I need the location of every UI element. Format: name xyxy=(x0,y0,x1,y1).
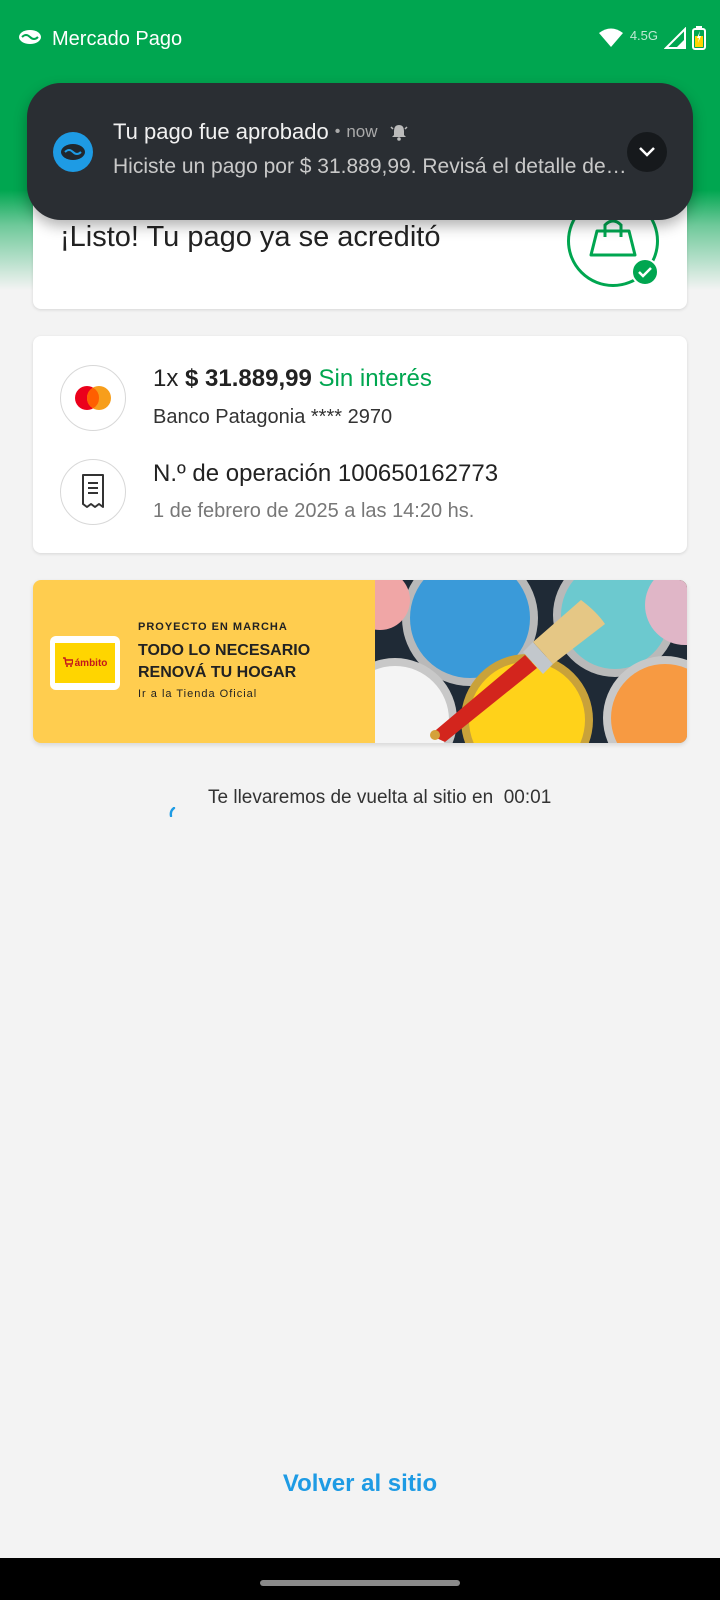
status-icons: 4.5G xyxy=(598,26,706,55)
redirect-message: Te llevaremos de vuelta al sitio en 00:0… xyxy=(208,787,551,809)
notification-time: now xyxy=(346,122,378,141)
bell-icon xyxy=(389,123,408,141)
payment-amount: $ 31.889,99 xyxy=(185,365,312,392)
status-bar: Mercado Pago 4.5G xyxy=(0,0,720,84)
mercado-pago-handshake-icon xyxy=(18,28,42,51)
receipt-icon xyxy=(60,459,126,525)
cart-icon xyxy=(62,656,74,670)
redirect-label: Te llevaremos de vuelta al sitio en xyxy=(208,787,494,808)
installments: 1x xyxy=(153,365,179,392)
home-gesture-bar[interactable] xyxy=(260,1580,460,1586)
wifi-icon xyxy=(598,28,624,53)
notification-separator: • xyxy=(334,123,341,140)
ambito-logo: ámbito xyxy=(50,636,120,690)
payment-details-card: 1x $ 31.889,99 Sin interés Banco Patagon… xyxy=(33,336,687,553)
success-title: ¡Listo! Tu pago ya se acreditó xyxy=(60,221,441,253)
battery-icon xyxy=(692,26,706,55)
cell-signal-icon xyxy=(663,26,686,54)
banner-eyebrow: PROYECTO EN MARCHA xyxy=(138,621,288,633)
notification-title: Tu pago fue aprobado xyxy=(113,119,329,144)
payment-approved-notification[interactable]: Tu pago fue aprobado • now Hiciste un pa… xyxy=(27,83,693,220)
operation-number: N.º de operación 100650162773 xyxy=(153,460,499,487)
redirect-status: Te llevaremos de vuelta al sitio en 00:0… xyxy=(0,787,720,818)
payment-summary: 1x $ 31.889,99 Sin interés xyxy=(153,365,432,393)
redirect-countdown: 00:01 xyxy=(503,787,552,808)
ambito-logo-text: ámbito xyxy=(74,657,108,669)
banner-store-link[interactable]: Ir a la Tienda Oficial xyxy=(138,688,257,700)
promo-banner[interactable]: ámbito PROYECTO EN MARCHA TODO LO NECESA… xyxy=(33,580,687,743)
paint-cans-image xyxy=(333,580,687,743)
operation-date: 1 de febrero de 2025 a las 14:20 hs. xyxy=(153,500,475,522)
loading-spinner-icon xyxy=(168,804,178,818)
mercado-pago-icon xyxy=(53,132,93,172)
status-app-indicator: Mercado Pago xyxy=(18,28,182,51)
network-type-label: 4.5G xyxy=(629,28,658,43)
banner-title: TODO LO NECESARIO RENOVÁ TU HOGAR xyxy=(138,642,311,681)
mastercard-icon xyxy=(60,365,126,431)
interest-label: Sin interés xyxy=(318,365,432,392)
check-icon xyxy=(631,258,659,286)
notification-body: Hiciste un pago por $ 31.889,99. Revisá … xyxy=(113,155,628,178)
status-app-name: Mercado Pago xyxy=(52,28,183,50)
notification-header: Tu pago fue aprobado • now xyxy=(113,119,408,145)
bank-card: Banco Patagonia **** 2970 xyxy=(153,406,393,428)
system-navigation-bar xyxy=(0,1558,720,1600)
chevron-down-icon[interactable] xyxy=(627,132,667,172)
back-to-site-link[interactable]: Volver al sitio xyxy=(0,1470,720,1498)
